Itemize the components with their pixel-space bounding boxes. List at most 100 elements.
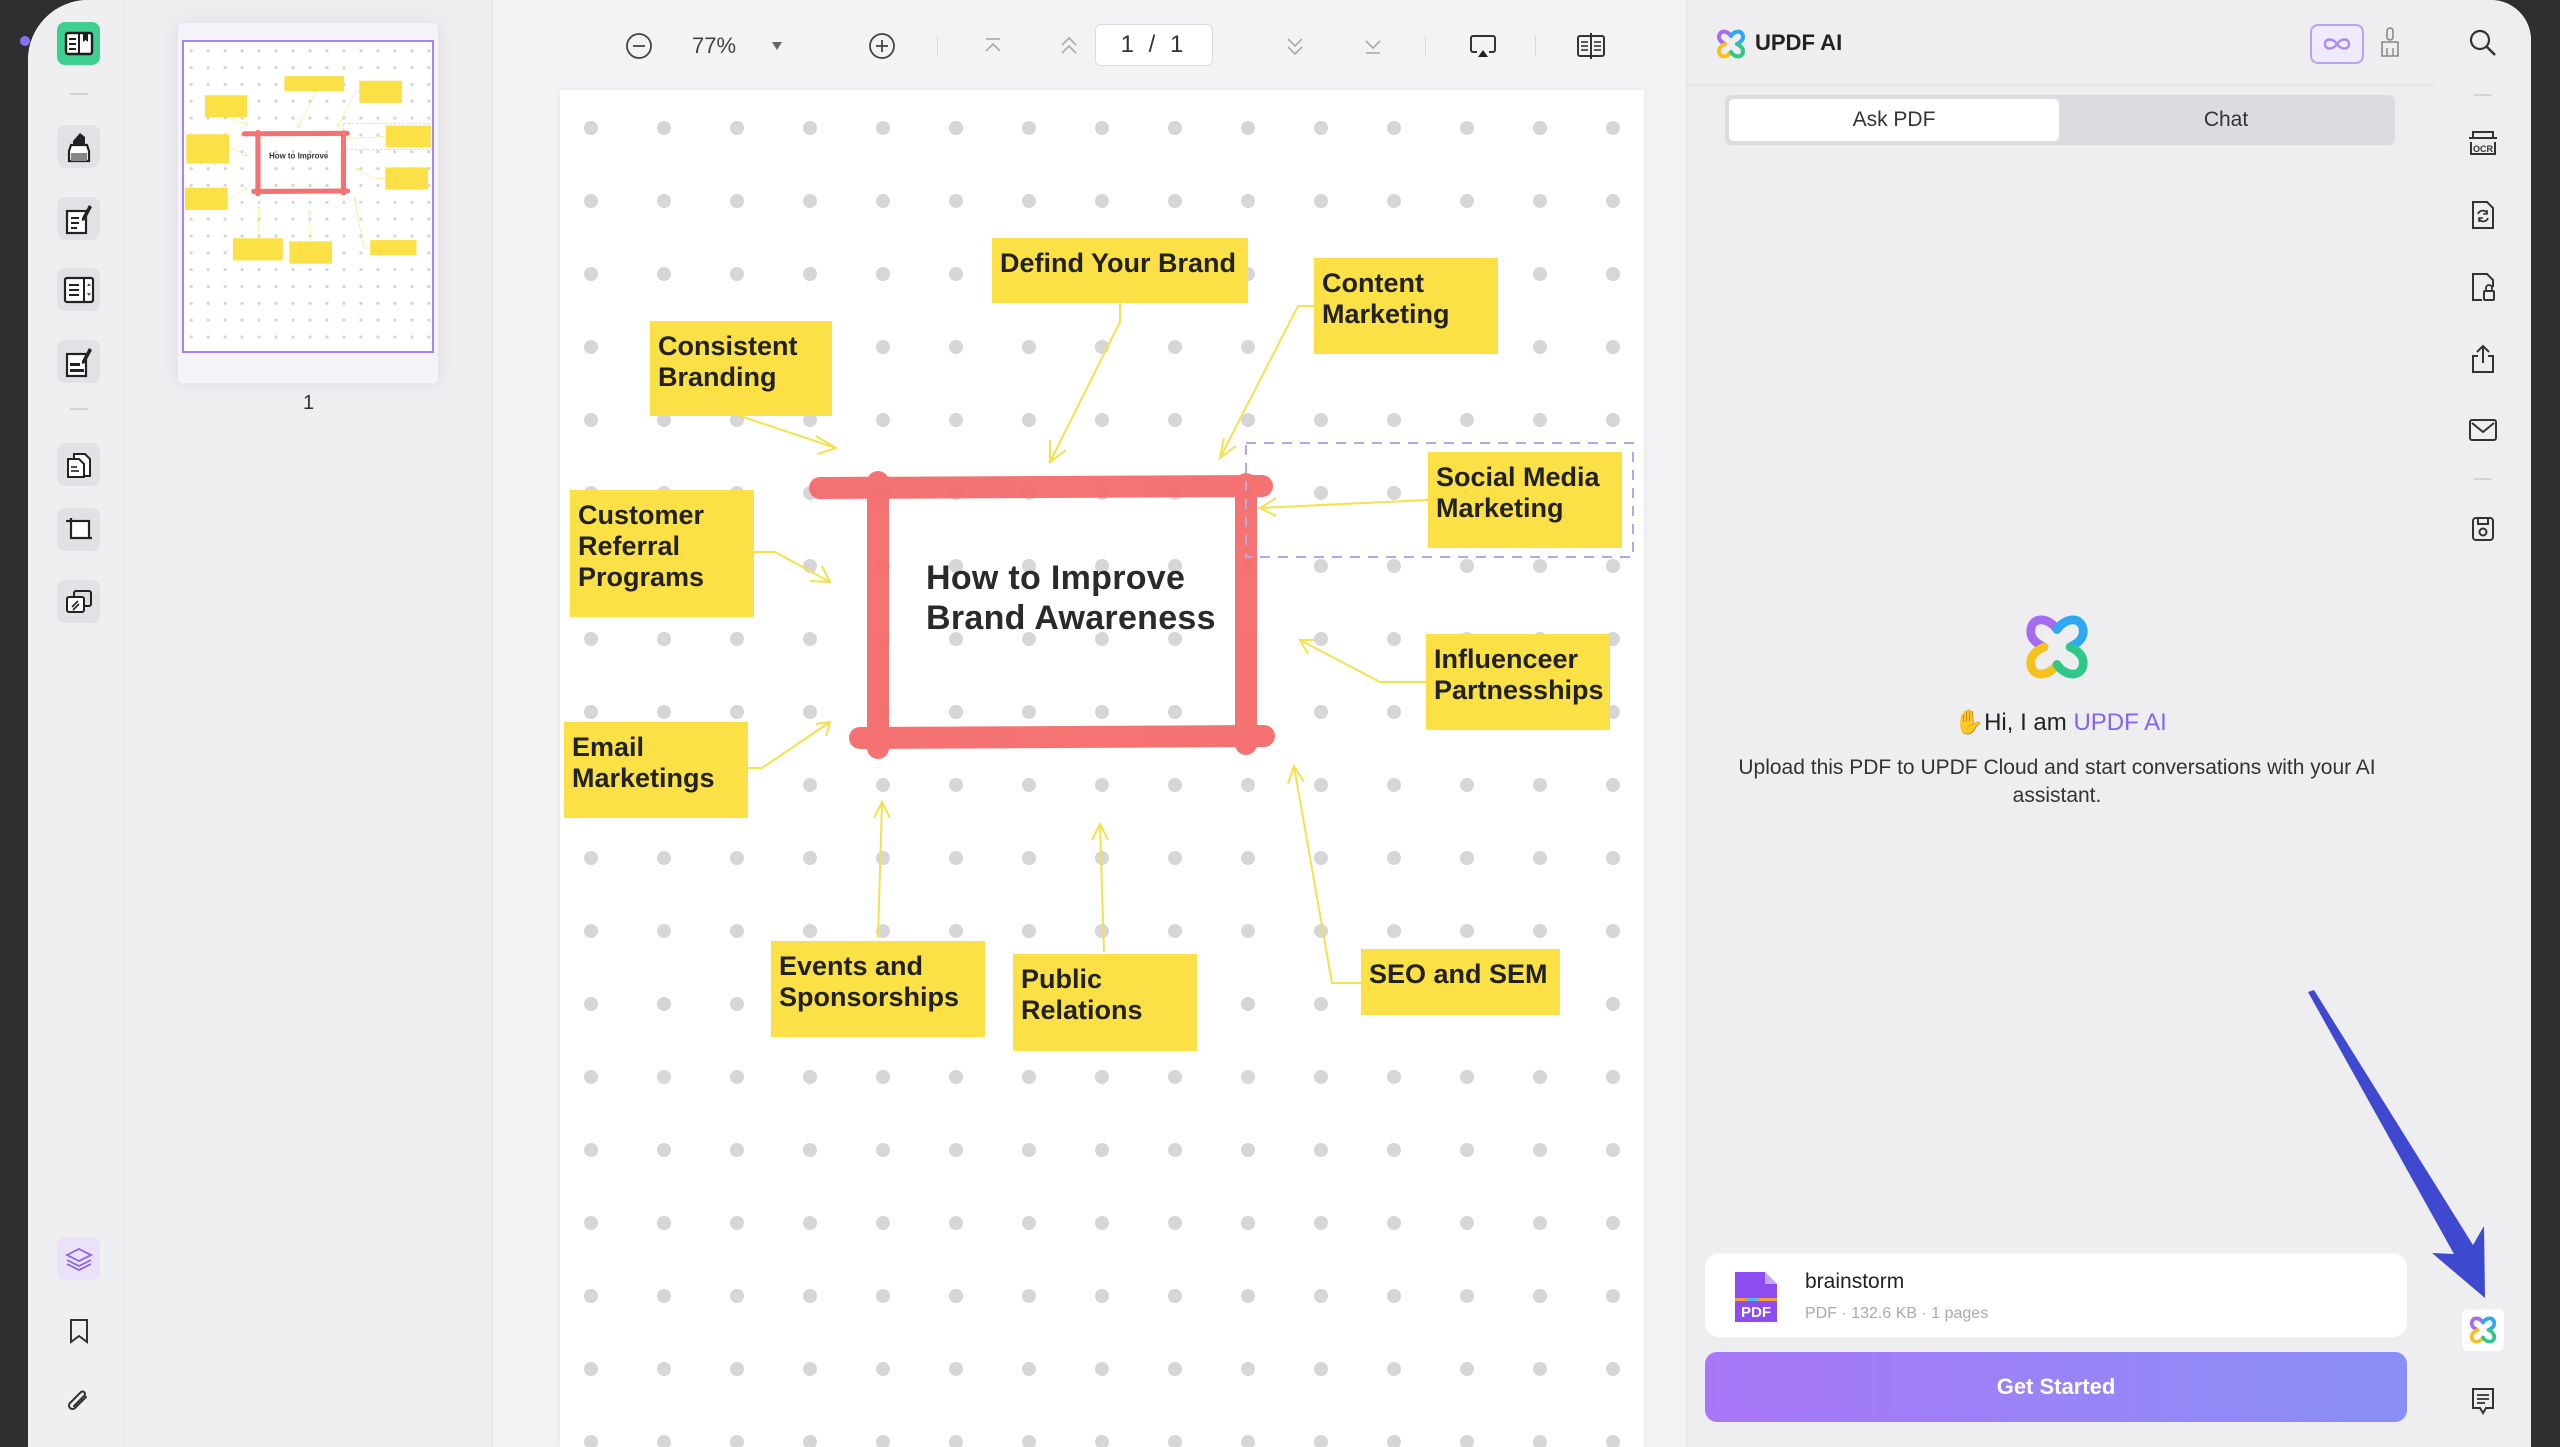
share-button[interactable]	[2462, 338, 2504, 380]
node-customer-referral-programs[interactable]: Customer Referral Programs	[570, 490, 754, 617]
grid-dot	[803, 1362, 817, 1376]
bookmarks-button[interactable]	[57, 1309, 100, 1352]
clear-chat-button[interactable]	[2379, 26, 2401, 63]
node-text: Marketings	[572, 763, 715, 793]
grid-dot	[584, 340, 598, 354]
mindmap-central-title[interactable]: How to Improve Brand Awareness	[926, 558, 1216, 638]
grid-dot	[359, 234, 363, 238]
grid-dot	[1387, 1435, 1401, 1447]
node-consistent-branding[interactable]: Consistent Branding	[650, 321, 832, 416]
updf-ai-button[interactable]	[2462, 1309, 2504, 1351]
grid-dot	[1460, 1362, 1474, 1376]
grid-dot	[257, 301, 261, 305]
grid-dot	[1241, 1070, 1255, 1084]
thumbnail-node	[359, 80, 403, 103]
grid-dot	[584, 632, 598, 646]
grid-dot	[730, 121, 744, 135]
crop-button[interactable]	[57, 508, 100, 551]
layers-button[interactable]	[57, 1237, 100, 1280]
node-defind-your-brand[interactable]: Defind Your Brand	[992, 238, 1248, 303]
grid-dot	[325, 284, 329, 289]
last-page-icon	[1365, 40, 1381, 54]
grid-dot	[1022, 340, 1036, 354]
document-viewer: 77% 1 / 1 How to Improve Brand Awareness…	[493, 0, 1686, 1447]
grid-dot	[657, 997, 671, 1011]
grid-dot	[730, 1362, 744, 1376]
arrow-consistent-branding	[225, 116, 249, 127]
grid-dot	[325, 116, 329, 120]
tab-chat[interactable]: Chat	[2061, 99, 2391, 141]
node-content-marketing[interactable]: Content Marketing	[1314, 258, 1498, 354]
grid-dot	[308, 301, 312, 305]
presentation-button[interactable]	[1463, 28, 1503, 64]
grid-dot	[1095, 121, 1109, 135]
grid-dot	[257, 200, 261, 204]
grid-dot	[257, 116, 261, 120]
grid-dot	[342, 251, 346, 255]
reader-mode-button[interactable]	[57, 22, 100, 65]
get-started-button[interactable]: Get Started	[1705, 1352, 2407, 1422]
convert-button[interactable]	[2462, 194, 2504, 236]
node-email-marketings[interactable]: Email Marketings	[564, 722, 748, 818]
grid-dot	[207, 352, 210, 353]
grid-dot	[803, 1435, 817, 1447]
ocr-button[interactable]: OCR	[2462, 122, 2504, 164]
node-social-media-marketing[interactable]: Social Media Marketing	[1428, 452, 1622, 548]
grid-dot	[803, 1143, 817, 1157]
unlimited-plan-button[interactable]	[2310, 24, 2364, 64]
grid-dot	[1387, 1216, 1401, 1230]
page-number-input[interactable]: 1 / 1	[1095, 24, 1213, 66]
organize-pages-button[interactable]	[57, 268, 100, 311]
next-page-button[interactable]	[1277, 28, 1313, 64]
grid-dot	[427, 284, 431, 289]
grid-dot	[730, 1289, 744, 1303]
grid-dot	[240, 217, 244, 221]
pdf-page[interactable]: How to Improve Brand Awareness Defind Yo…	[560, 90, 1644, 1447]
grid-dot	[1387, 559, 1401, 573]
grid-dot	[803, 632, 817, 646]
prepare-form-button[interactable]	[57, 340, 100, 383]
grid-dot	[1168, 1289, 1182, 1303]
previous-page-button[interactable]	[1051, 28, 1087, 64]
documents-icon	[66, 452, 91, 478]
node-influencer-partnerships[interactable]: Influenceer Partnesships	[1426, 634, 1610, 730]
node-seo-and-sem[interactable]: SEO and SEM	[1361, 949, 1560, 1015]
thumbnail-panel: How to Improve 1	[125, 0, 493, 1447]
zoom-dropdown[interactable]	[765, 28, 789, 64]
page-thumbnail[interactable]: How to Improve	[178, 23, 438, 383]
zoom-in-button[interactable]	[864, 28, 900, 64]
page-tools-button[interactable]	[57, 443, 100, 486]
grid-dot	[376, 200, 380, 204]
grid-dot	[949, 267, 963, 281]
grid-dot	[393, 352, 396, 353]
tab-ask-pdf[interactable]: Ask PDF	[1729, 99, 2059, 141]
grid-dot	[1387, 924, 1401, 938]
zoom-level[interactable]: 77%	[679, 28, 749, 64]
ai-panel-header: UPDF AI	[1687, 0, 2434, 86]
last-page-button[interactable]	[1355, 28, 1391, 64]
edit-pdf-button[interactable]	[57, 197, 100, 240]
search-icon	[2469, 29, 2496, 56]
comment-tool-button[interactable]	[57, 125, 100, 168]
grid-dot	[1168, 778, 1182, 792]
first-page-button[interactable]	[975, 28, 1011, 64]
page-layout-button[interactable]	[1571, 28, 1611, 64]
node-events-and-sponsorships[interactable]: Events and Sponsorships	[771, 941, 985, 1037]
save-button[interactable]	[2462, 508, 2504, 550]
grid-dot	[1168, 1362, 1182, 1376]
email-button[interactable]	[2462, 409, 2504, 451]
zoom-out-button[interactable]	[621, 28, 657, 64]
comments-list-button[interactable]	[2462, 1380, 2504, 1422]
protect-button[interactable]	[2462, 266, 2504, 308]
grid-dot	[1168, 194, 1182, 208]
grid-dot	[1241, 121, 1255, 135]
grid-dot	[393, 268, 397, 272]
grid-dot	[1022, 413, 1036, 427]
grid-dot	[376, 49, 380, 53]
node-public-relations[interactable]: Public Relations	[1013, 954, 1197, 1051]
grid-dot	[274, 99, 278, 103]
grid-dot	[359, 65, 363, 70]
compare-button[interactable]	[57, 580, 100, 623]
attachments-button[interactable]	[57, 1380, 100, 1423]
search-button[interactable]	[2462, 22, 2504, 64]
